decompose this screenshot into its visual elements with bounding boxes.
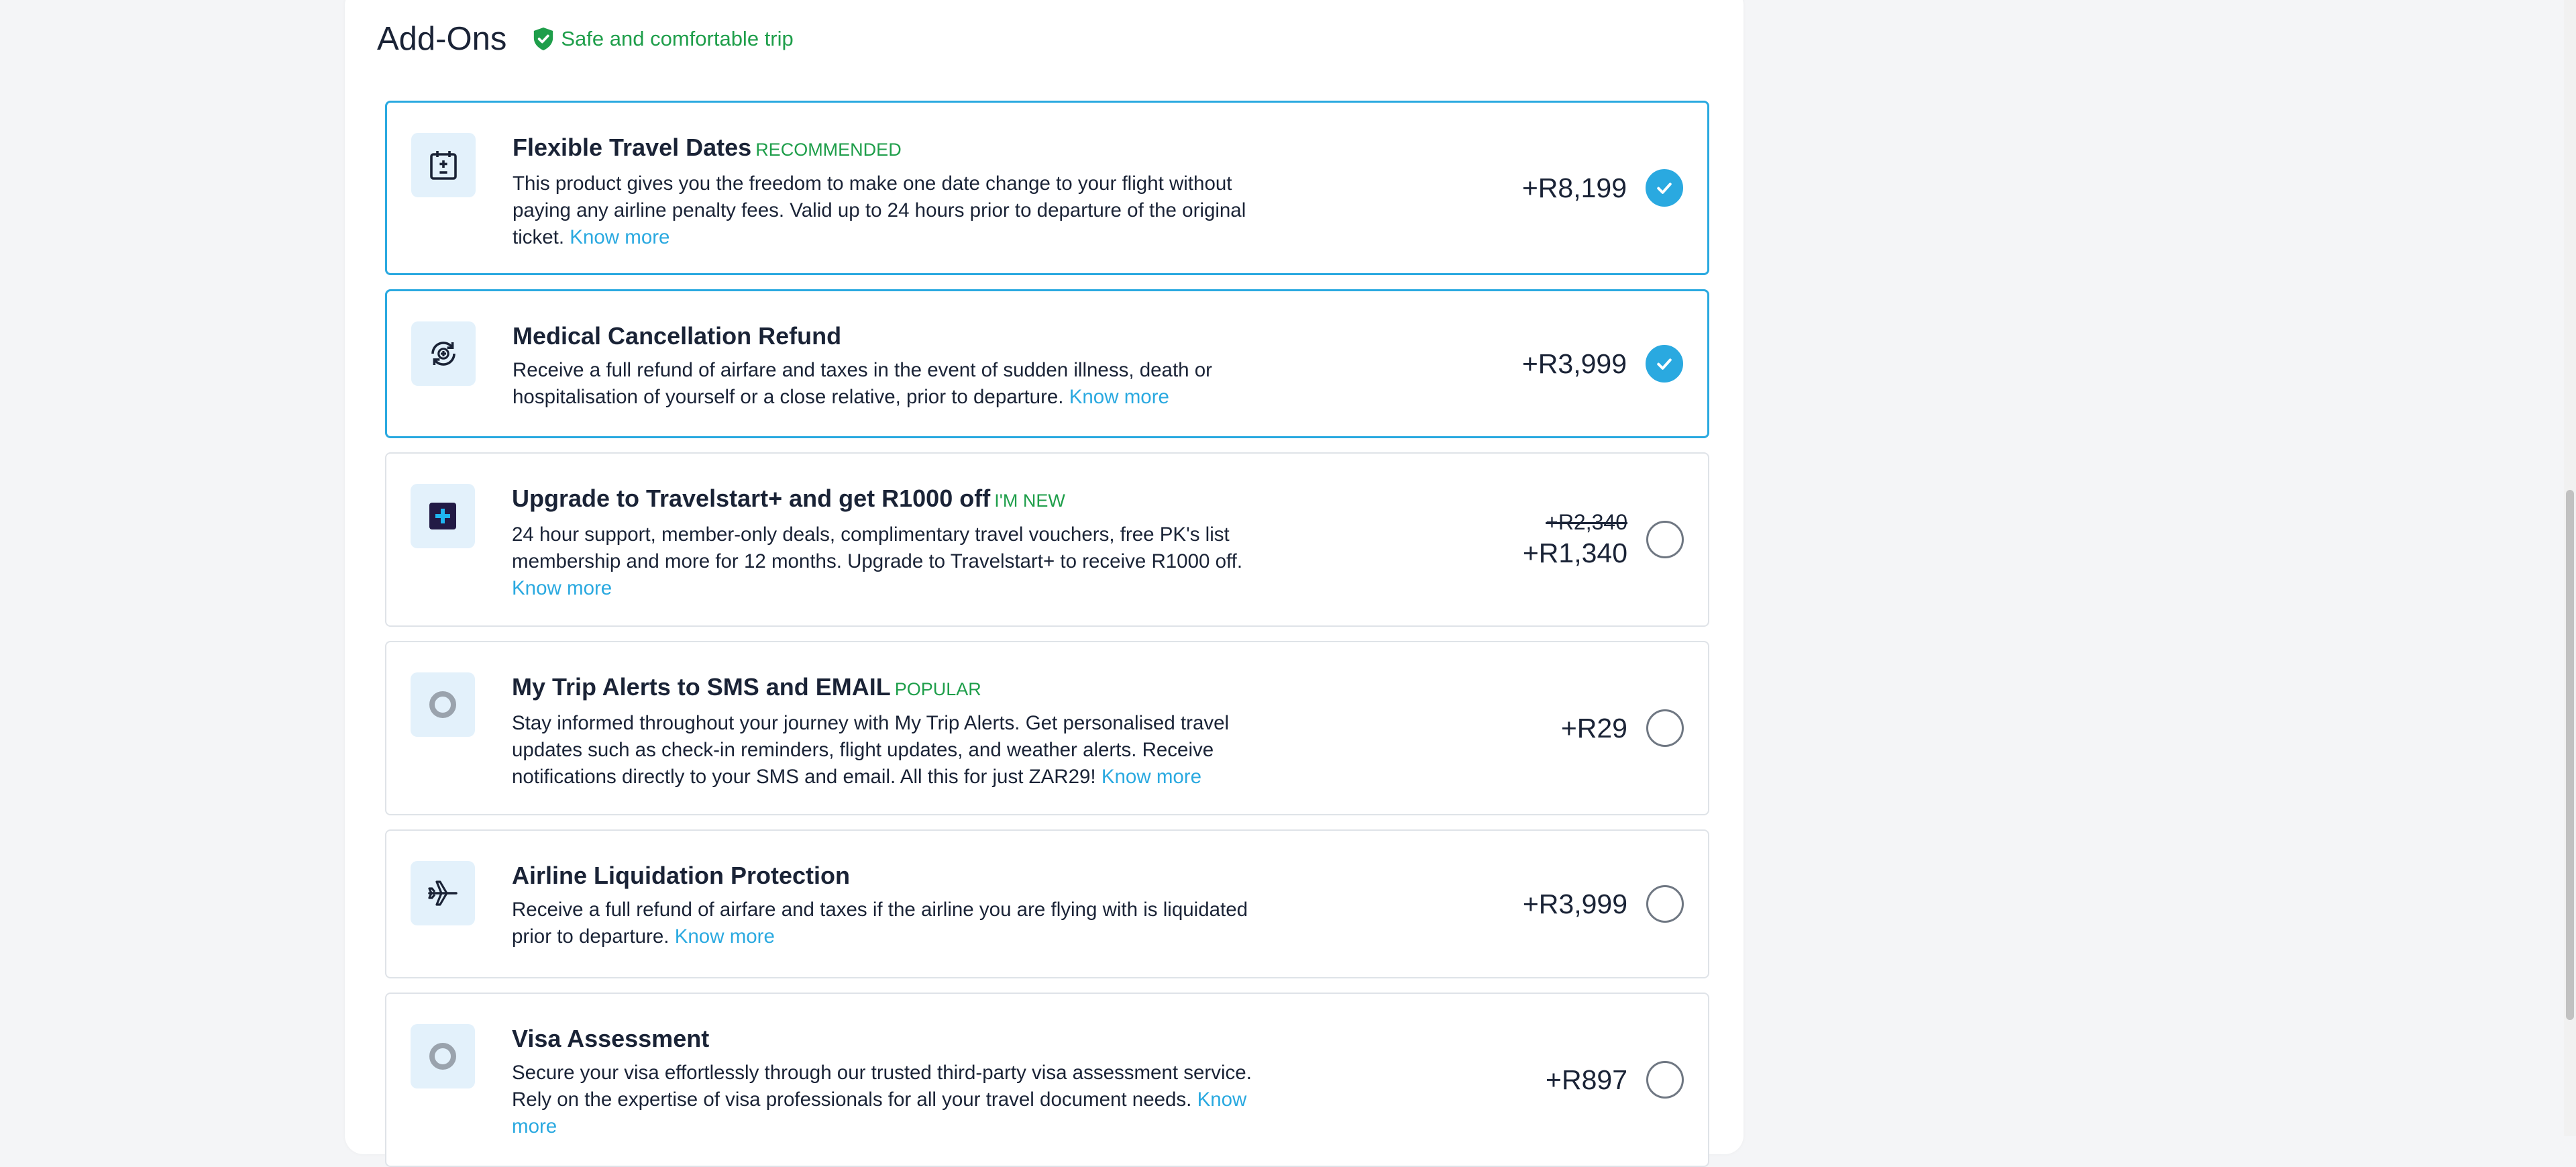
addon-card-visa-assessment[interactable]: Visa Assessment Secure your visa effortl… xyxy=(385,993,1709,1167)
original-price: +R2,340 xyxy=(1546,510,1627,534)
price-block: +R8,199 xyxy=(1522,103,1627,273)
know-more-link[interactable]: Know more xyxy=(1069,386,1169,408)
addons-header: Add-Ons Safe and comfortable trip xyxy=(377,19,794,59)
know-more-link[interactable]: Know more xyxy=(512,577,612,599)
price-block: +R2,340 +R1,340 xyxy=(1523,454,1627,625)
addon-description: Receive a full refund of airfare and tax… xyxy=(512,899,1248,948)
addon-price: +R1,340 xyxy=(1522,538,1627,568)
addon-description: Stay informed throughout your journey wi… xyxy=(512,712,1230,788)
scrollbar-thumb[interactable] xyxy=(2566,490,2574,1020)
medical-refund-icon xyxy=(411,321,476,386)
addon-name: Airline Liquidation Protection xyxy=(512,862,850,889)
addon-checkbox[interactable] xyxy=(1646,345,1683,383)
addon-checkbox[interactable] xyxy=(1646,709,1684,747)
addon-checkbox[interactable] xyxy=(1646,1061,1684,1099)
recommended-badge: RECOMMENDED xyxy=(755,140,902,160)
safe-trip-text: Safe and comfortable trip xyxy=(561,27,794,50)
addon-description: 24 hour support, member-only deals, comp… xyxy=(512,523,1243,599)
price-block: +R29 xyxy=(1561,642,1627,814)
im-new-badge: I'M NEW xyxy=(994,491,1065,511)
safe-trip-label: Safe and comfortable trip xyxy=(532,26,794,52)
addon-price: +R8,199 xyxy=(1521,172,1627,203)
calendar-plus-minus-icon xyxy=(411,133,476,197)
addon-checkbox[interactable] xyxy=(1646,169,1683,207)
addon-description: Receive a full refund of airfare and tax… xyxy=(513,359,1212,408)
shield-check-icon xyxy=(534,28,553,50)
addon-name: Upgrade to Travelstart+ and get R1000 of… xyxy=(512,485,1065,512)
addon-name: My Trip Alerts to SMS and EMAIL POPULAR xyxy=(512,673,981,701)
addon-card-airline-liquidation[interactable]: Airline Liquidation Protection Receive a… xyxy=(385,829,1709,978)
addon-description: Secure your visa effortlessly through ou… xyxy=(512,1062,1252,1137)
airplane-icon xyxy=(411,861,475,925)
checkmark-icon xyxy=(1657,358,1672,370)
addon-card-medical-cancellation-refund[interactable]: Medical Cancellation Refund Receive a fu… xyxy=(385,289,1709,438)
know-more-link[interactable]: Know more xyxy=(675,925,775,948)
addon-card-trip-alerts[interactable]: My Trip Alerts to SMS and EMAIL POPULAR S… xyxy=(385,641,1709,815)
addon-description: This product gives you the freedom to ma… xyxy=(513,172,1246,248)
price-block: +R897 xyxy=(1546,994,1627,1166)
ring-placeholder-icon xyxy=(411,1024,475,1088)
ring-placeholder-icon xyxy=(411,672,475,737)
travelstart-plus-icon xyxy=(411,484,475,548)
addon-price: +R897 xyxy=(1546,1064,1627,1095)
addon-card-travelstart-plus[interactable]: Upgrade to Travelstart+ and get R1000 of… xyxy=(385,452,1709,627)
addon-checkbox[interactable] xyxy=(1646,521,1684,558)
page-title: Add-Ons xyxy=(377,21,507,57)
addon-checkbox[interactable] xyxy=(1646,885,1684,923)
know-more-link[interactable]: Know more xyxy=(570,226,669,248)
addon-name: Visa Assessment xyxy=(512,1025,710,1052)
price-block: +R3,999 xyxy=(1522,291,1627,436)
addon-name: Medical Cancellation Refund xyxy=(513,322,842,350)
addon-card-flexible-travel-dates[interactable]: Flexible Travel Dates RECOMMENDED This pr… xyxy=(385,101,1709,275)
price-block: +R3,999 xyxy=(1523,831,1627,977)
addon-price: +R3,999 xyxy=(1522,889,1627,919)
addon-name: Flexible Travel Dates RECOMMENDED xyxy=(513,134,902,161)
addon-price: +R3,999 xyxy=(1521,348,1627,379)
checkmark-icon xyxy=(1657,183,1672,194)
popular-badge: POPULAR xyxy=(894,679,981,699)
addon-price: +R29 xyxy=(1560,713,1627,744)
know-more-link[interactable]: Know more xyxy=(1102,766,1201,788)
